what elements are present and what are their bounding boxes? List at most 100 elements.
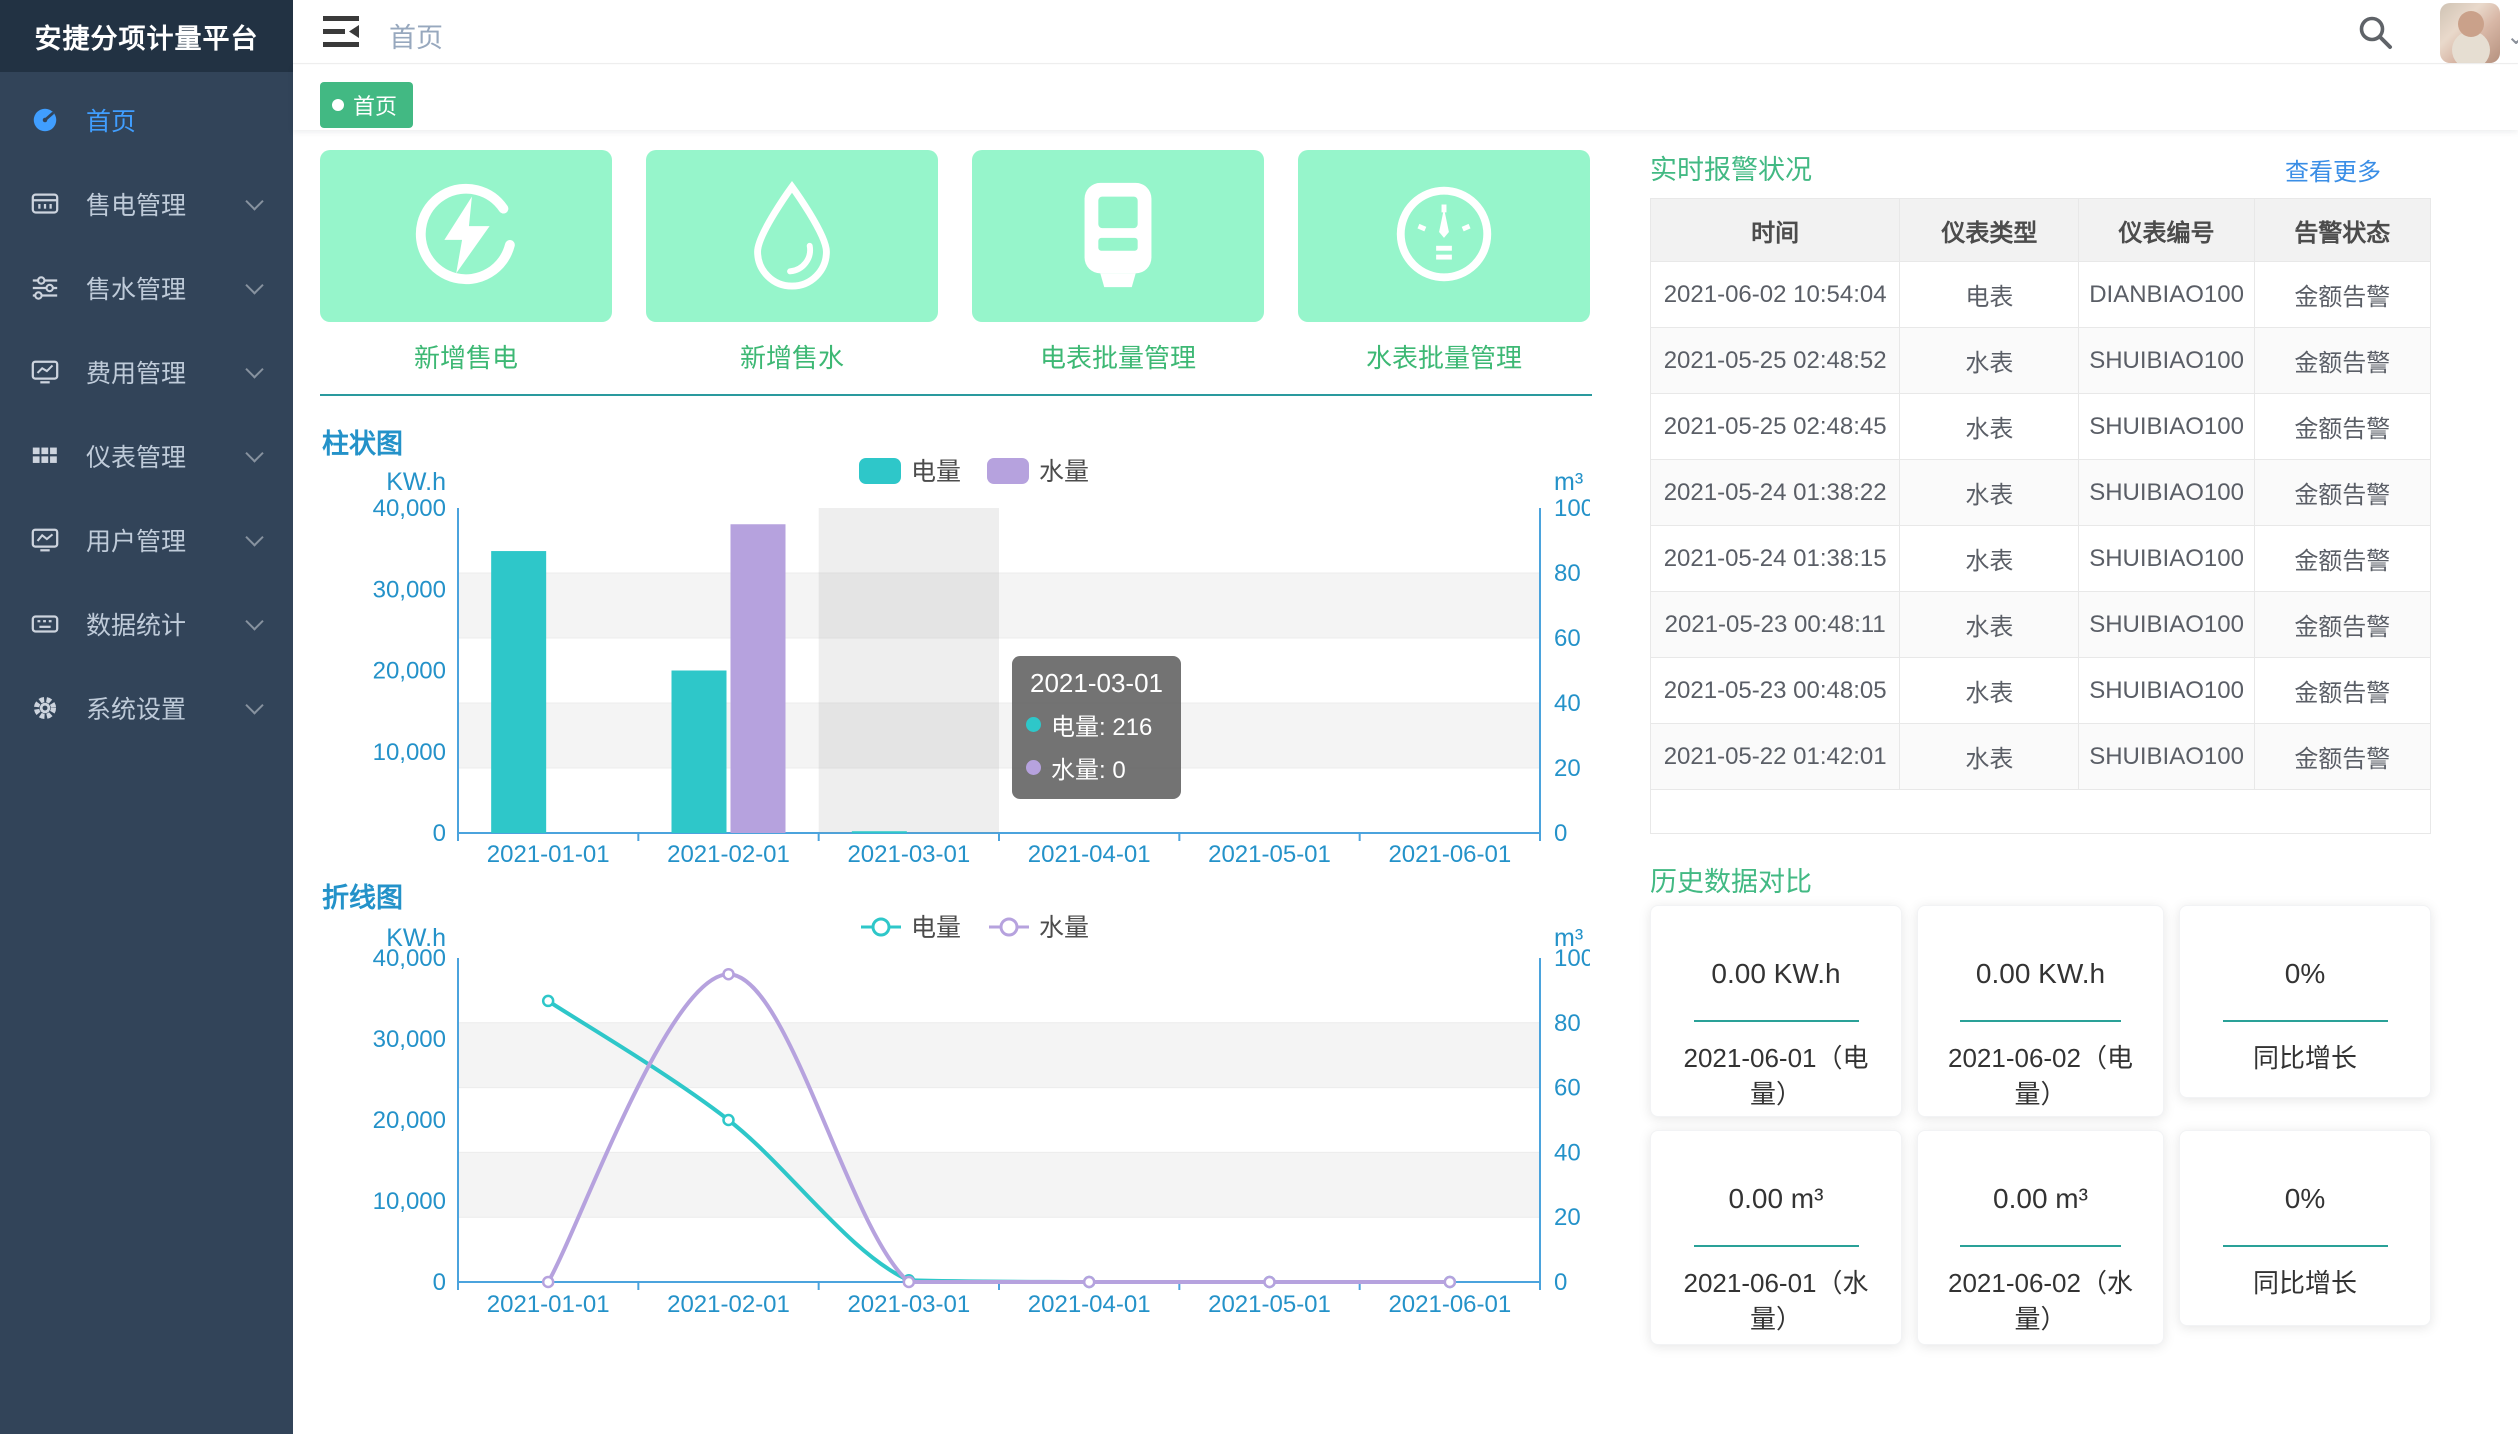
sidebar-item-label: 数据统计	[86, 606, 186, 642]
history-card: 0.00 KW.h2021-06-01（电量）	[1650, 905, 1902, 1117]
table-empty-row	[1651, 790, 2430, 834]
sidebar-item-售电管理[interactable]: 售电管理	[0, 162, 293, 246]
data-point-电量[interactable]	[543, 996, 553, 1006]
legend-swatch[interactable]	[987, 458, 1029, 484]
right-axis-tick: 40	[1554, 690, 1581, 717]
legend-label[interactable]: 水量	[1039, 914, 1089, 942]
history-card-value: 0.00 KW.h	[1651, 958, 1901, 990]
route-tag-home[interactable]: 首页	[320, 82, 413, 128]
table-cell: 水表	[1900, 526, 2079, 592]
chevron-down-icon	[245, 444, 263, 462]
table-row[interactable]: 2021-05-23 00:48:11水表SHUIBIAO100金额告警	[1651, 592, 2430, 658]
x-axis-label: 2021-04-01	[1028, 841, 1151, 868]
history-card-label: 2021-06-01（水量）	[1674, 1265, 1879, 1338]
sidebar-item-售水管理[interactable]: 售水管理	[0, 246, 293, 330]
history-card: 0% 同比增长	[2179, 905, 2431, 1098]
sidebar-item-用户管理[interactable]: 用户管理	[0, 498, 293, 582]
left-axis-name: KW.h	[386, 924, 446, 952]
quick-card-新增售水[interactable]	[646, 150, 938, 322]
hamburger-icon[interactable]	[323, 15, 359, 49]
legend-label[interactable]: 电量	[911, 914, 961, 942]
bar-电量[interactable]	[672, 671, 727, 834]
column-header: 时间	[1651, 199, 1900, 262]
x-axis-label: 2021-04-01	[1028, 1291, 1151, 1318]
data-point-水量[interactable]	[724, 969, 734, 979]
table-cell: SHUIBIAO100	[2079, 658, 2254, 724]
right-axis-tick: 100	[1554, 495, 1590, 522]
data-point-水量[interactable]	[1445, 1277, 1455, 1287]
table-row[interactable]: 2021-05-25 02:48:45水表SHUIBIAO100金额告警	[1651, 394, 2430, 460]
line-series-水量[interactable]	[548, 974, 1450, 1282]
table-row[interactable]: 2021-05-23 00:48:05水表SHUIBIAO100金额告警	[1651, 658, 2430, 724]
data-point-水量[interactable]	[1265, 1277, 1275, 1287]
chart-split-area	[458, 1152, 1540, 1217]
table-row[interactable]: 2021-05-24 01:38:15水表SHUIBIAO100金额告警	[1651, 526, 2430, 592]
sidebar-item-费用管理[interactable]: 费用管理	[0, 330, 293, 414]
avatar[interactable]	[2440, 3, 2500, 63]
sidebar-item-label: 首页	[86, 102, 136, 138]
table-cell: 水表	[1900, 724, 2079, 790]
x-axis-label: 2021-02-01	[667, 841, 790, 868]
right-axis-tick: 80	[1554, 1010, 1581, 1037]
statistics-icon	[30, 609, 60, 639]
quick-card-水表批量管理[interactable]	[1298, 150, 1590, 322]
alarm-table: 时间仪表类型仪表编号告警状态2021-06-02 10:54:04电表DIANB…	[1650, 198, 2431, 834]
electric-meter-icon	[1059, 175, 1177, 298]
x-axis-label: 2021-06-01	[1388, 841, 1511, 868]
quick-card-label[interactable]: 新增售水	[646, 338, 938, 375]
table-cell: 金额告警	[2255, 460, 2430, 526]
table-cell: 水表	[1900, 460, 2079, 526]
legend-marker[interactable]	[873, 919, 889, 935]
bar-水量[interactable]	[731, 524, 786, 833]
data-point-水量[interactable]	[904, 1277, 914, 1287]
table-row[interactable]: 2021-05-24 01:38:22水表SHUIBIAO100金额告警	[1651, 460, 2430, 526]
legend-label[interactable]: 水量	[1039, 458, 1089, 486]
sidebar-item-label: 售电管理	[86, 186, 186, 222]
table-row[interactable]: 2021-05-25 02:48:52水表SHUIBIAO100金额告警	[1651, 328, 2430, 394]
sidebar-item-首页[interactable]: 首页	[0, 78, 293, 162]
legend-label[interactable]: 电量	[911, 458, 961, 486]
breadcrumb[interactable]: 首页	[389, 16, 443, 55]
sidebar-item-系统设置[interactable]: 系统设置	[0, 666, 293, 750]
search-icon[interactable]	[2357, 14, 2393, 50]
sidebar-item-label: 费用管理	[86, 354, 186, 390]
quick-card-新增售电[interactable]	[320, 150, 612, 322]
history-card-value: 0%	[2180, 1183, 2430, 1215]
data-point-水量[interactable]	[543, 1277, 553, 1287]
right-axis-tick: 0	[1554, 820, 1567, 847]
bar-电量[interactable]	[491, 551, 546, 833]
legend-swatch[interactable]	[859, 458, 901, 484]
table-cell: SHUIBIAO100	[2079, 526, 2254, 592]
history-card: 0.00 m³2021-06-02（水量）	[1917, 1130, 2164, 1345]
quick-card-label[interactable]: 水表批量管理	[1298, 338, 1590, 375]
history-card-label: 2021-06-02（水量）	[1940, 1265, 2141, 1338]
table-cell: SHUIBIAO100	[2079, 592, 2254, 658]
history-card-value: 0%	[2180, 958, 2430, 990]
bar-电量[interactable]	[852, 831, 907, 833]
quick-card-电表批量管理[interactable]	[972, 150, 1264, 322]
column-header: 告警状态	[2255, 199, 2430, 262]
chevron-down-icon[interactable]: ⌄	[2506, 22, 2518, 42]
history-card-divider	[2223, 1245, 2388, 1247]
water-sales-icon	[30, 273, 60, 303]
history-card-divider	[1694, 1020, 1859, 1022]
table-row[interactable]: 2021-06-02 10:54:04电表DIANBIAO100金额告警	[1651, 262, 2430, 328]
history-card-label: 同比增长	[2203, 1040, 2408, 1076]
data-point-电量[interactable]	[724, 1115, 734, 1125]
sidebar-item-仪表管理[interactable]: 仪表管理	[0, 414, 293, 498]
right-axis-name: m³	[1554, 924, 1583, 952]
view-more-link[interactable]: 查看更多	[2285, 152, 2381, 187]
right-axis-name: m³	[1554, 468, 1583, 496]
legend-marker[interactable]	[1001, 919, 1017, 935]
column-header: 仪表类型	[1900, 199, 2079, 262]
quick-card-label[interactable]: 电表批量管理	[972, 338, 1264, 375]
quick-card-label[interactable]: 新增售电	[320, 338, 612, 375]
sidebar: 安捷分项计量平台 首页售电管理售水管理费用管理仪表管理用户管理数据统计系统设置	[0, 0, 293, 1434]
table-row[interactable]: 2021-05-22 01:42:01水表SHUIBIAO100金额告警	[1651, 724, 2430, 790]
table-cell: 金额告警	[2255, 394, 2430, 460]
sidebar-item-label: 售水管理	[86, 270, 186, 306]
data-point-水量[interactable]	[1084, 1277, 1094, 1287]
sidebar-item-数据统计[interactable]: 数据统计	[0, 582, 293, 666]
tag-bar: 首页	[293, 65, 2518, 130]
users-icon	[30, 525, 60, 555]
